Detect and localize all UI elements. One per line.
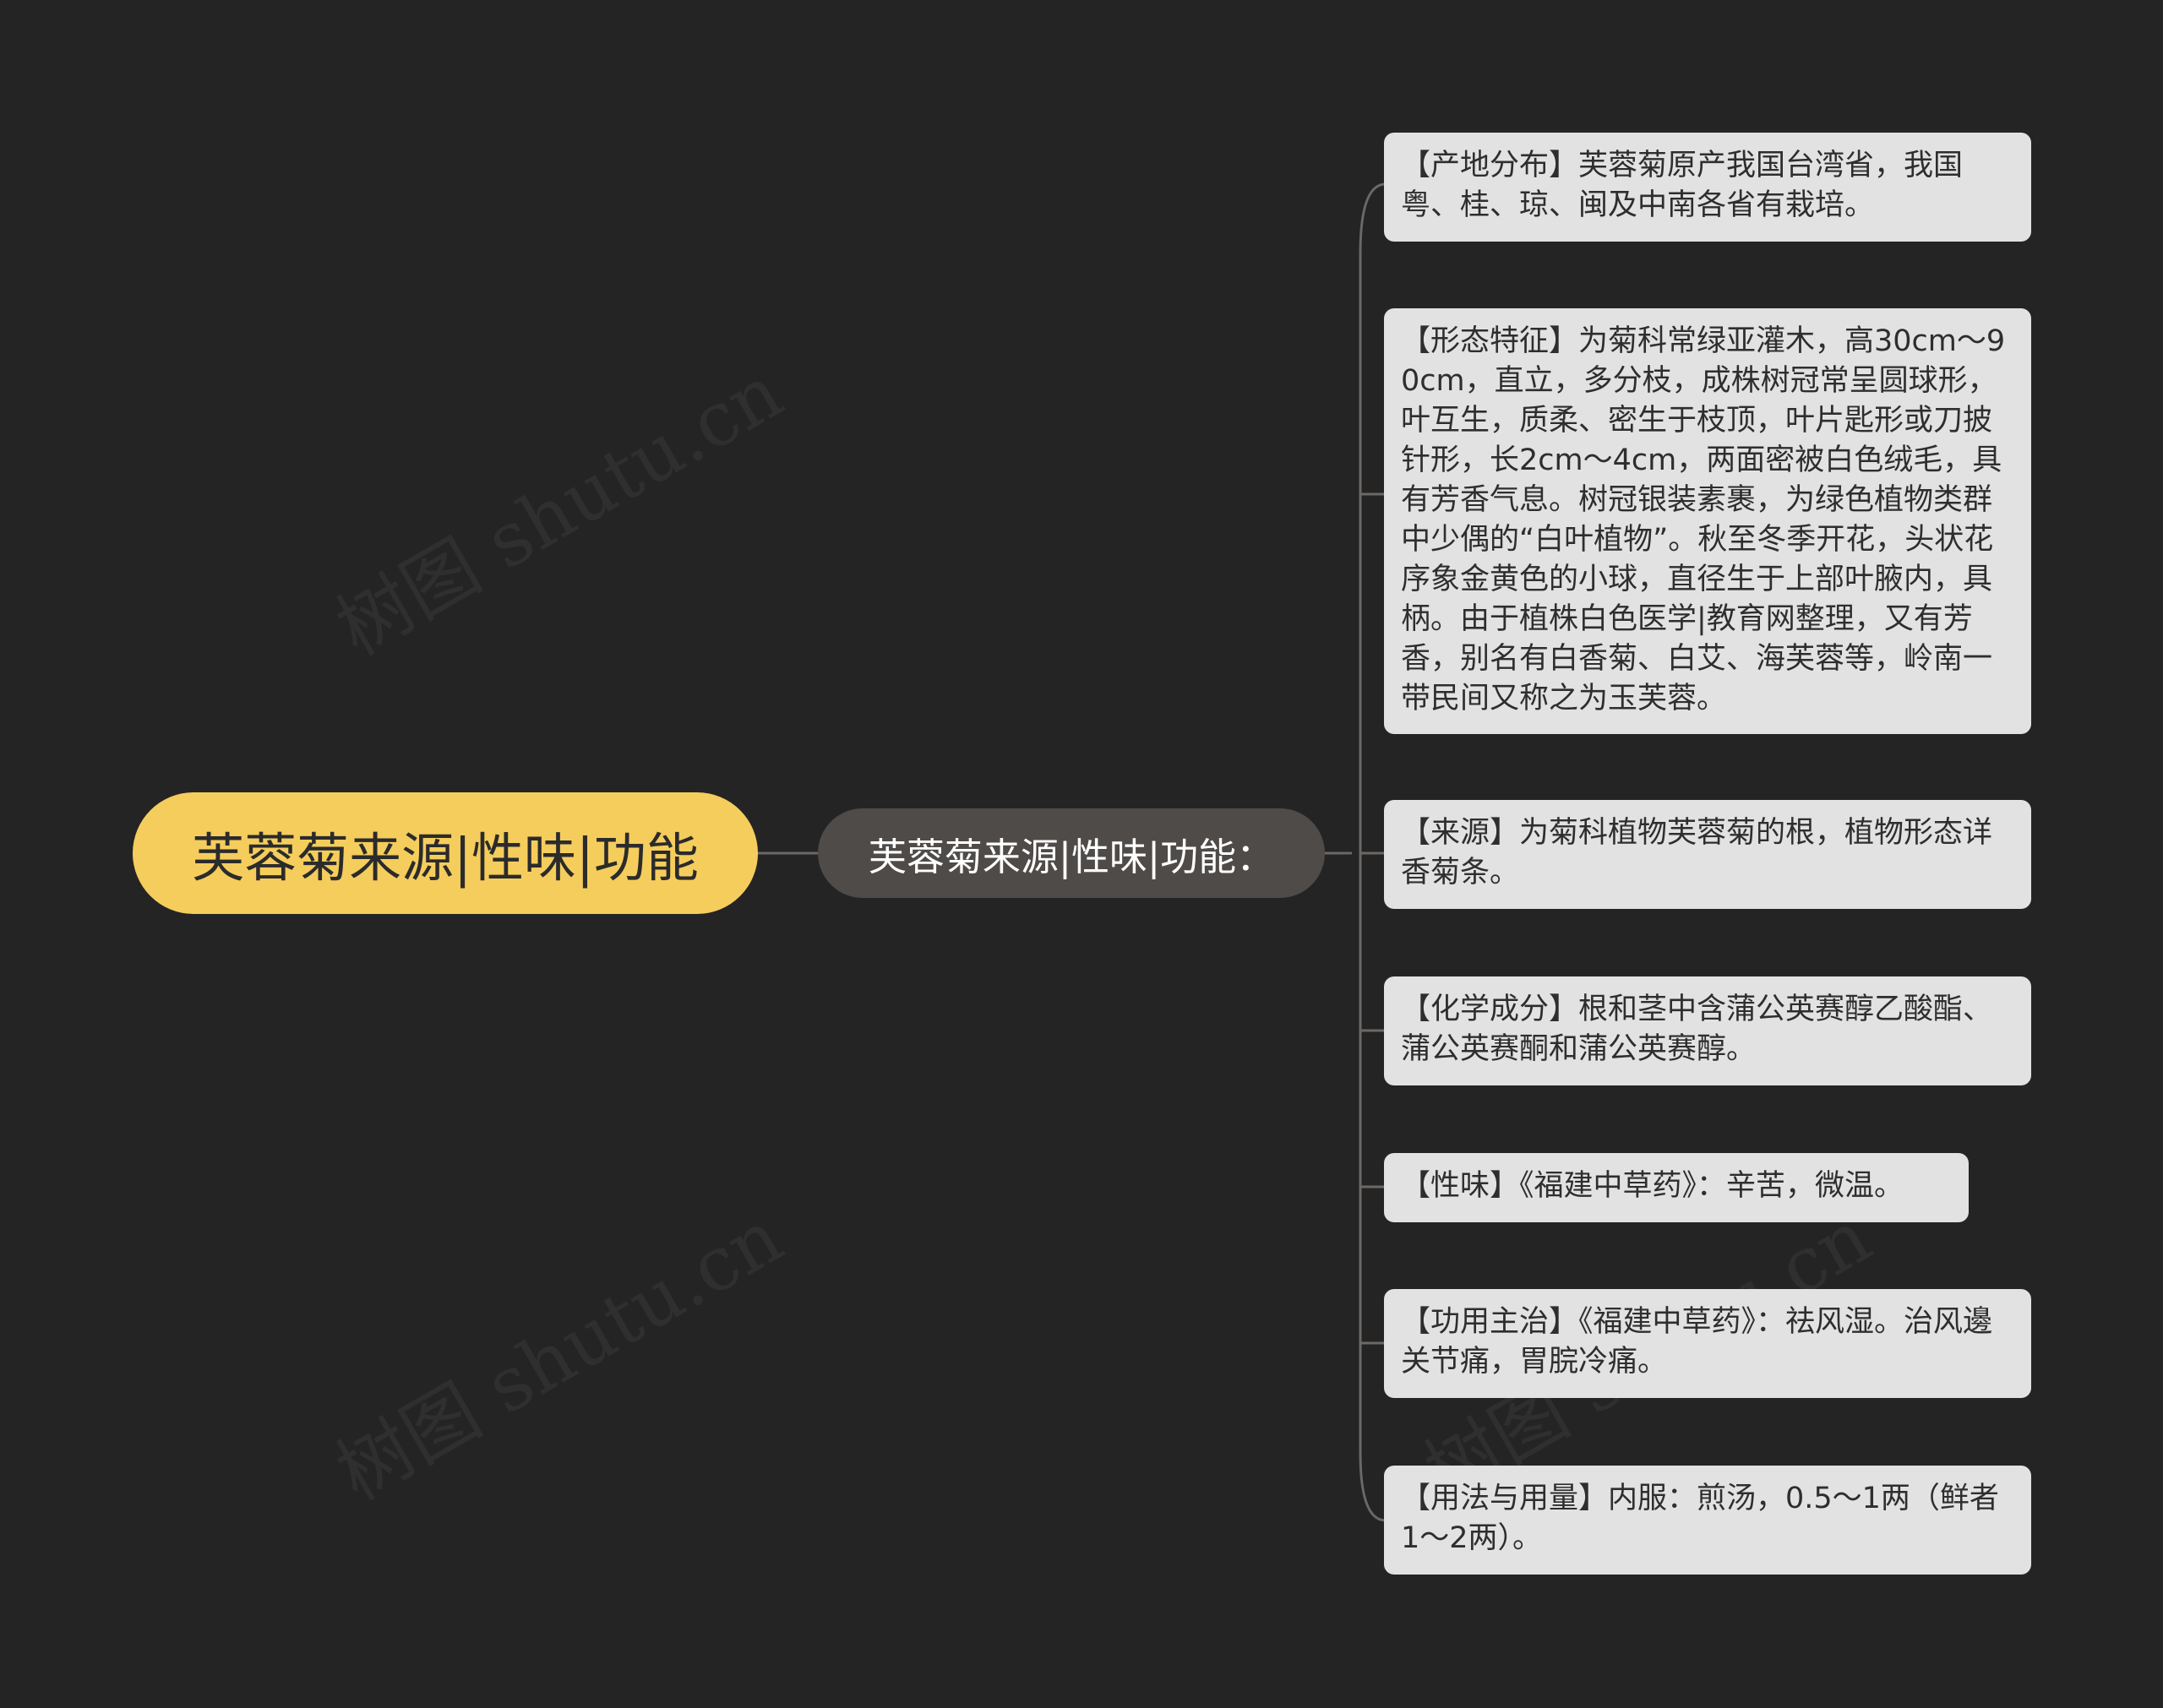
leaf-node-morphology[interactable]: 【形态特征】为菊科常绿亚灌木，高30cm～90cm，直立，多分枝，成株树冠常呈圆… bbox=[1384, 308, 2031, 734]
branch-topic-node[interactable]: 芙蓉菊来源|性味|功能： bbox=[818, 808, 1325, 898]
leaf-node-taste[interactable]: 【性味】《福建中草药》：辛苦，微温。 bbox=[1384, 1153, 1969, 1222]
root-topic-node[interactable]: 芙蓉菊来源|性味|功能 bbox=[133, 792, 758, 914]
leaf-node-origin[interactable]: 【产地分布】芙蓉菊原产我国台湾省，我国粤、桂、琼、闽及中南各省有栽培。 bbox=[1384, 133, 2031, 242]
leaf-node-dosage[interactable]: 【用法与用量】内服：煎汤，0.5～1两（鲜者1～2两）。 bbox=[1384, 1466, 2031, 1575]
leaf-node-chemistry[interactable]: 【化学成分】根和茎中含蒲公英赛醇乙酸酯、蒲公英赛酮和蒲公英赛醇。 bbox=[1384, 976, 2031, 1085]
leaf-node-source[interactable]: 【来源】为菊科植物芙蓉菊的根，植物形态详香菊条。 bbox=[1384, 800, 2031, 909]
leaf-node-function[interactable]: 【功用主治】《福建中草药》：祛风湿。治风邊关节痛，胃脘冷痛。 bbox=[1384, 1289, 2031, 1398]
mindmap-canvas: 树图 shutu.cn 树图 shutu.cn 树图 shutu.cn 树图 s… bbox=[0, 0, 2163, 1708]
